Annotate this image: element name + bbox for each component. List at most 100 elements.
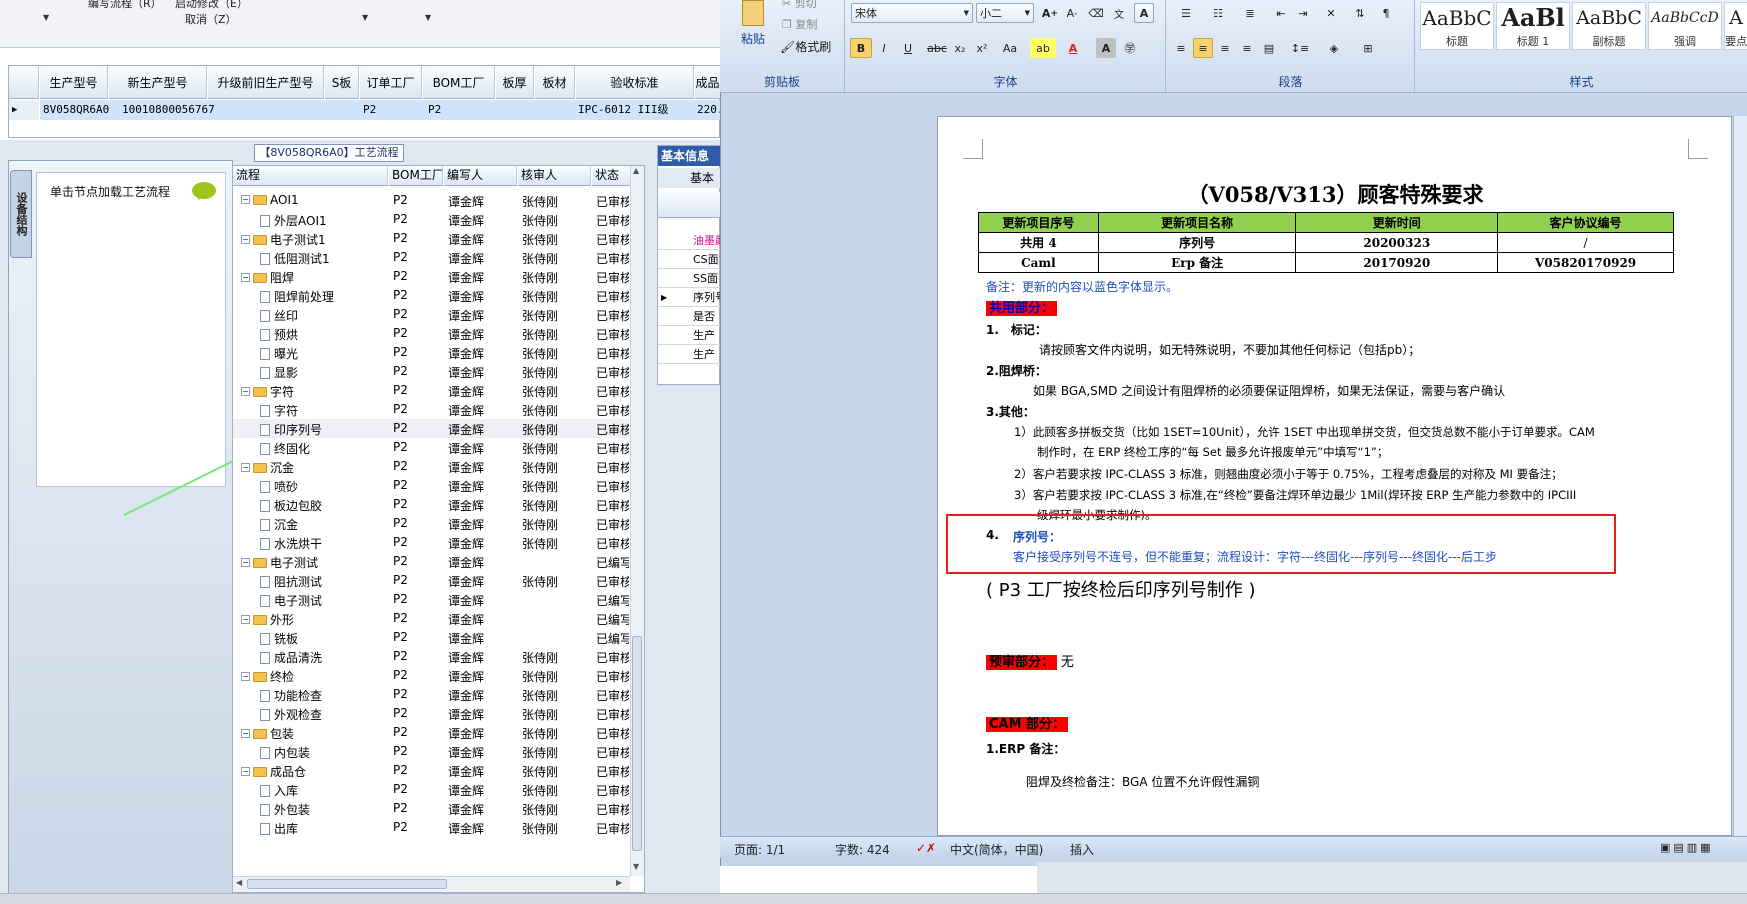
side-tab-structure[interactable]: 设备结构 (10, 170, 32, 258)
tab-basic-info[interactable]: 基本信息 (658, 146, 721, 166)
chevron-down-icon[interactable]: ▼ (425, 13, 431, 22)
tree-node[interactable]: − 外形 (241, 611, 294, 628)
column-header[interactable]: S板 (325, 66, 359, 99)
basic-row[interactable]: 油墨颜 (658, 231, 721, 250)
tree-node[interactable]: 入库 (260, 782, 298, 799)
word-vertical-scrollbar[interactable] (1733, 116, 1747, 836)
tree-row[interactable]: 水洗烘干 P2 谭金辉 张侍刚 已审核 (233, 533, 629, 552)
clear-format-icon[interactable]: ⌫ (1086, 3, 1106, 23)
tree-node[interactable]: 字符 (260, 402, 298, 419)
tree-node[interactable]: 阻抗测试 (260, 573, 322, 590)
tree-col-process[interactable]: 流程 (233, 166, 388, 186)
change-case-icon[interactable]: Aa (996, 38, 1024, 58)
basic-row[interactable]: 生产 (658, 345, 721, 364)
tree-node[interactable]: − 成品仓 (241, 763, 306, 780)
multilevel-list-icon[interactable]: ≣ (1235, 3, 1265, 23)
shrink-font-icon[interactable]: A- (1062, 3, 1082, 23)
tree-row[interactable]: 外观检查 P2 谭金辉 张侍刚 已审核 (233, 704, 629, 723)
tree-col-bom[interactable]: BOM工厂 (389, 166, 443, 186)
scroll-right-icon[interactable]: ▶ (616, 878, 622, 887)
tree-row[interactable]: − 成品仓 P2 谭金辉 张侍刚 已审核 (233, 761, 629, 780)
table-row[interactable]: 8V058QR6A0 10010800056767 P2 P2 IPC-6012… (40, 100, 752, 120)
tree-row[interactable]: − 包装 P2 谭金辉 张侍刚 已审核 (233, 723, 629, 742)
shading-icon[interactable]: ◈ (1319, 38, 1349, 58)
align-left-icon[interactable]: ≡ (1171, 38, 1191, 58)
tree-node[interactable]: 外观检查 (260, 706, 322, 723)
tree-node[interactable]: − 电子测试 (241, 554, 318, 571)
tree-node[interactable]: − 字符 (241, 383, 294, 400)
basic-row[interactable]: SS面 (658, 269, 721, 288)
underline-icon[interactable]: U (896, 38, 920, 58)
paste-button[interactable]: 粘贴 (741, 30, 765, 47)
tree-row[interactable]: 喷砂 P2 谭金辉 张侍刚 已审核 (233, 476, 629, 495)
collapse-icon[interactable]: − (241, 387, 250, 396)
tree-row[interactable]: 功能检查 P2 谭金辉 张侍刚 已审核 (233, 685, 629, 704)
status-language[interactable]: 中文(简体，中国) (950, 841, 1043, 858)
grow-font-icon[interactable]: A + (1040, 3, 1060, 23)
italic-icon[interactable]: I (874, 38, 894, 58)
style-heading1[interactable]: AaBl 标题 1 (1496, 2, 1570, 50)
collapse-icon[interactable]: − (241, 729, 250, 738)
enclose-char-icon[interactable]: ㊫ (1120, 38, 1140, 58)
view-buttons-icon[interactable]: ▣▤▥▦ (1660, 841, 1714, 854)
tree-row[interactable]: − 终检 P2 谭金辉 张侍刚 已审核 (233, 666, 629, 685)
column-header[interactable]: 升级前旧生产型号 (208, 66, 324, 99)
tree-node[interactable]: 沉金 (260, 516, 298, 533)
column-header[interactable]: 板厚 (496, 66, 534, 99)
tree-row[interactable]: 入库 P2 谭金辉 张侍刚 已审核 (233, 780, 629, 799)
asian-layout-icon[interactable]: ✕ (1317, 3, 1345, 23)
subscript-icon[interactable]: x₂ (950, 38, 970, 58)
align-center-icon[interactable]: ≡ (1193, 38, 1213, 58)
tree-node[interactable]: 丝印 (260, 307, 298, 324)
collapse-icon[interactable]: − (241, 558, 250, 567)
increase-indent-icon[interactable]: ⇥ (1293, 3, 1313, 23)
basic-row[interactable]: 序列号 (658, 288, 721, 307)
font-size-select[interactable]: 小二 ▼ (976, 3, 1034, 23)
tree-row[interactable]: 印序列号 P2 谭金辉 张侍刚 已审核 (233, 419, 629, 438)
collapse-icon[interactable]: − (241, 463, 250, 472)
tree-node[interactable]: − AOI1 (241, 193, 299, 207)
char-shading-icon[interactable]: A (1096, 38, 1116, 58)
tab-basic[interactable]: 基本 (658, 168, 721, 188)
tree-node[interactable]: 低阻测试1 (260, 250, 330, 267)
tree-row[interactable]: 显影 P2 谭金辉 张侍刚 已审核 (233, 362, 629, 381)
tree-node[interactable]: 终固化 (260, 440, 310, 457)
tree-row[interactable]: − 字符 P2 谭金辉 张侍刚 已审核 (233, 381, 629, 400)
font-color-icon[interactable]: A (1060, 38, 1086, 58)
tree-row[interactable]: 字符 P2 谭金辉 张侍刚 已审核 (233, 400, 629, 419)
sort-icon[interactable]: ⇅ (1349, 3, 1371, 23)
column-header[interactable]: 生产型号 (40, 66, 108, 99)
column-header[interactable]: 板材 (535, 66, 575, 99)
tree-row[interactable]: − AOI1 P2 谭金辉 张侍刚 已审核 (233, 191, 629, 210)
tree-node[interactable]: 铣板 (260, 630, 298, 647)
justify-icon[interactable]: ≡ (1237, 38, 1257, 58)
style-subtitle[interactable]: AaBbC 副标题 (1572, 2, 1646, 50)
tree-row[interactable]: − 电子测试 P2 谭金辉 已编写 (233, 552, 629, 571)
tree-row[interactable]: 板边包胶 P2 谭金辉 张侍刚 已审核 (233, 495, 629, 514)
tree-node[interactable]: 印序列号 (260, 421, 322, 438)
bold-icon[interactable]: B (850, 38, 872, 58)
style-emphasis[interactable]: AaBbCcD 强调 (1648, 2, 1722, 50)
collapse-icon[interactable]: − (241, 195, 250, 204)
basic-row[interactable]: 生产 (658, 326, 721, 345)
char-border-icon[interactable]: A (1134, 3, 1154, 23)
tree-row[interactable]: 终固化 P2 谭金辉 张侍刚 已审核 (233, 438, 629, 457)
font-name-select[interactable]: 宋体 ▼ (851, 3, 973, 23)
bullets-icon[interactable]: ☰ (1171, 3, 1201, 23)
tree-node[interactable]: 成品清洗 (260, 649, 322, 666)
show-marks-icon[interactable]: ¶ (1375, 3, 1397, 23)
tree-row[interactable]: − 外形 P2 谭金辉 已编写 (233, 609, 629, 628)
cut-button[interactable]: ✂ 剪切 (782, 0, 817, 11)
tree-node[interactable]: − 沉金 (241, 459, 294, 476)
document-page[interactable]: （V058/V313）顾客特殊要求 更新项目序号 更新项目名称 更新时间 客户协… (937, 116, 1732, 836)
tree-node[interactable]: 显影 (260, 364, 298, 381)
style-title[interactable]: AaBbC 标题 (1420, 2, 1494, 50)
scroll-thumb[interactable] (632, 636, 642, 851)
tree-col-author[interactable]: 编写人 (444, 166, 517, 186)
basic-row[interactable]: CS面 (658, 250, 721, 269)
proofing-icon[interactable]: ✓✗ (916, 841, 936, 855)
tree-node[interactable]: 预烘 (260, 326, 298, 343)
tree-vertical-scrollbar[interactable]: ▲ ▼ (630, 166, 644, 876)
scroll-thumb[interactable] (247, 879, 447, 889)
align-right-icon[interactable]: ≡ (1215, 38, 1235, 58)
